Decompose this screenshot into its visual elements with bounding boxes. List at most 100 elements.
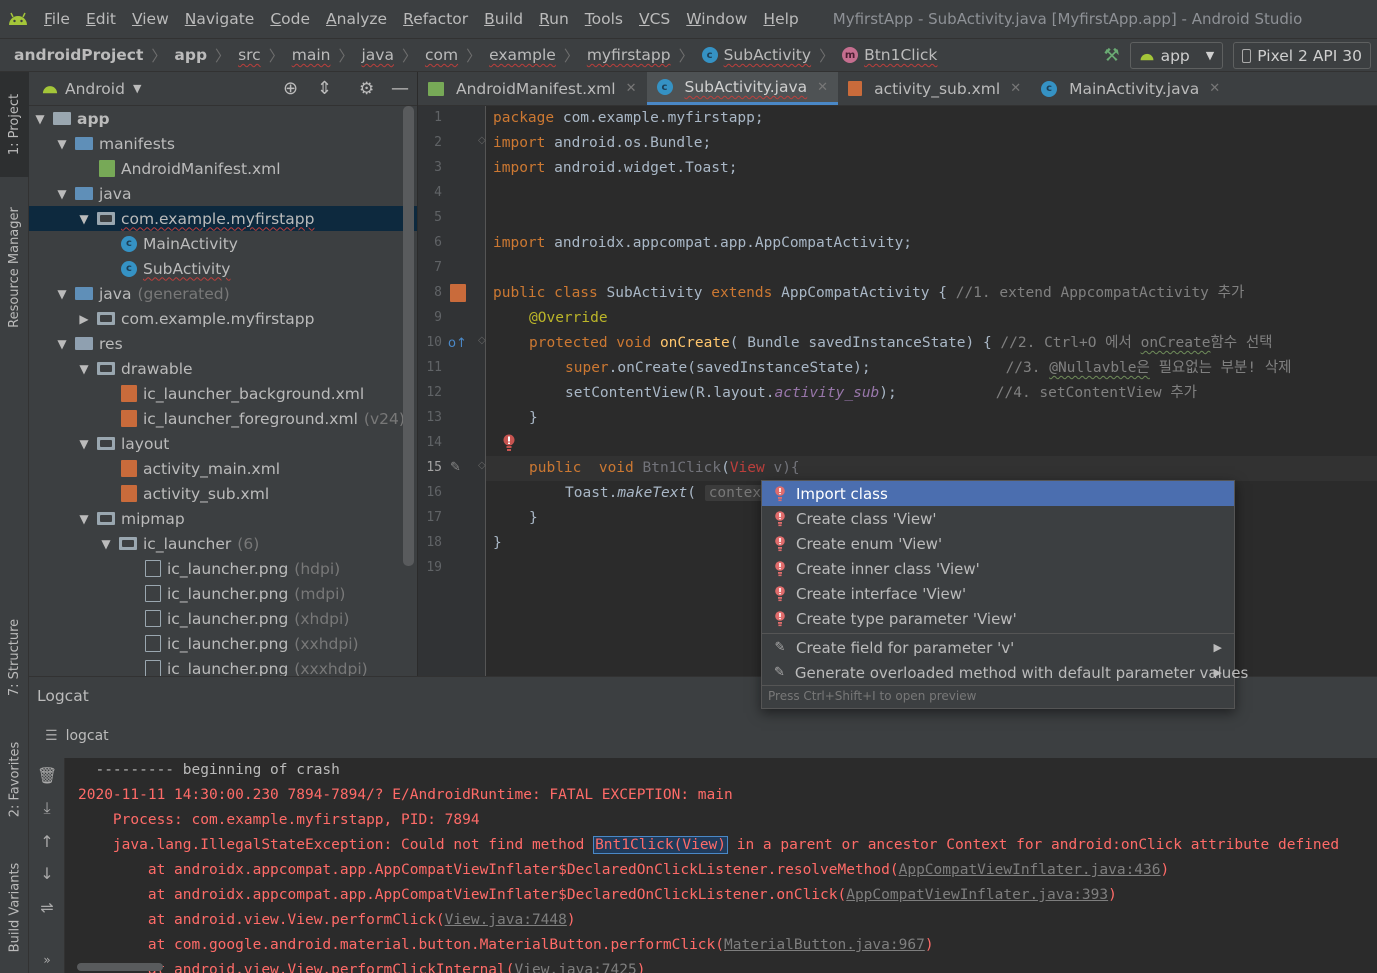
popup-item-create-class[interactable]: Create class 'View' bbox=[762, 506, 1234, 531]
menu-file[interactable]: File bbox=[36, 10, 78, 28]
favorites-tool-tab[interactable]: 2: Favorites bbox=[0, 727, 29, 832]
stacktrace-link[interactable]: AppCompatViewInflater.java:436 bbox=[899, 862, 1161, 878]
menu-code[interactable]: Code bbox=[262, 10, 318, 28]
tab-androidmanifest[interactable]: AndroidManifest.xml ✕ bbox=[418, 72, 647, 105]
tab-mainactivity[interactable]: c MainActivity.java ✕ bbox=[1031, 72, 1230, 105]
tree-item-ic-launcher-background[interactable]: ic_launcher_background.xml bbox=[29, 381, 417, 406]
scroll-to-end-icon[interactable]: ⤓ bbox=[37, 798, 57, 818]
xml-file-icon bbox=[121, 385, 137, 402]
crumb-btn1click[interactable]: m Btn1Click bbox=[842, 46, 937, 64]
chevron-down-icon[interactable]: ▼ bbox=[133, 82, 141, 95]
menu-view[interactable]: View bbox=[124, 10, 177, 28]
menu-navigate[interactable]: Navigate bbox=[177, 10, 263, 28]
menu-analyze[interactable]: Analyze bbox=[318, 10, 395, 28]
tree-item-subactivity[interactable]: c SubActivity bbox=[29, 256, 417, 281]
crumb-subactivity[interactable]: c SubActivity bbox=[701, 46, 811, 64]
error-bulb-icon[interactable] bbox=[503, 434, 515, 456]
close-icon[interactable]: ✕ bbox=[1010, 81, 1021, 96]
stacktrace-link[interactable]: AppCompatViewInflater.java:393 bbox=[846, 887, 1108, 903]
tree-item-java-generated[interactable]: ▼ java (generated) bbox=[29, 281, 417, 306]
tree-item-ic-launcher[interactable]: ▼ ic_launcher (6) bbox=[29, 531, 417, 556]
tab-activity-sub[interactable]: activity_sub.xml ✕ bbox=[838, 72, 1031, 105]
device-dropdown[interactable]: Pixel 2 API 30 bbox=[1233, 42, 1371, 69]
horizontal-scrollbar[interactable] bbox=[77, 963, 163, 971]
down-arrow-icon[interactable]: ↓ bbox=[37, 864, 57, 884]
edit-gutter-icon[interactable]: ✎ bbox=[450, 460, 461, 475]
popup-item-create-interface[interactable]: Create interface 'View' bbox=[762, 581, 1234, 606]
stacktrace-link[interactable]: MaterialButton.java:967 bbox=[724, 937, 925, 953]
close-icon[interactable]: ✕ bbox=[1209, 81, 1220, 96]
fold-icon[interactable]: ◇ bbox=[478, 460, 486, 471]
tree-item-mainactivity[interactable]: c MainActivity bbox=[29, 231, 417, 256]
crumb-java[interactable]: java bbox=[361, 46, 393, 64]
build-hammer-icon[interactable]: ⚒ bbox=[1103, 45, 1119, 66]
structure-tool-tab[interactable]: 7: Structure bbox=[0, 602, 29, 712]
tab-subactivity[interactable]: c SubActivity.java ✕ bbox=[646, 72, 839, 105]
popup-item-create-enum[interactable]: Create enum 'View' bbox=[762, 531, 1234, 556]
hide-icon[interactable]: — bbox=[391, 78, 409, 99]
tree-item-png-xhdpi[interactable]: ic_launcher.png (xhdpi) bbox=[29, 606, 417, 631]
fold-icon[interactable]: ◇ bbox=[478, 335, 486, 346]
tree-item-png-xxhdpi[interactable]: ic_launcher.png (xxhdpi) bbox=[29, 631, 417, 656]
tree-item-package-generated[interactable]: ▶ com.example.myfirstapp bbox=[29, 306, 417, 331]
trash-icon[interactable]: 🗑 bbox=[37, 766, 57, 786]
tree-item-java[interactable]: ▼ java bbox=[29, 181, 417, 206]
popup-item-import-class[interactable]: Import class bbox=[762, 481, 1234, 506]
close-icon[interactable]: ✕ bbox=[626, 81, 637, 96]
more-icon[interactable]: » bbox=[37, 950, 57, 970]
logcat-output[interactable]: --------- beginning of crash 2020-11-11 … bbox=[65, 758, 1377, 973]
tree-item-app[interactable]: ▼ app bbox=[29, 106, 417, 131]
tree-item-drawable[interactable]: ▼ drawable bbox=[29, 356, 417, 381]
project-tool-tab[interactable]: 1: Project bbox=[0, 72, 29, 177]
tree-item-png-hdpi[interactable]: ic_launcher.png (hdpi) bbox=[29, 556, 417, 581]
override-gutter-icon[interactable]: o↑ bbox=[448, 336, 467, 351]
crumb-project[interactable]: androidProject bbox=[14, 46, 143, 64]
menu-window[interactable]: Window bbox=[678, 10, 755, 28]
tree-item-activity-main[interactable]: activity_main.xml bbox=[29, 456, 417, 481]
popup-item-generate-overloaded[interactable]: ✎ Generate overloaded method with default… bbox=[762, 660, 1248, 685]
menu-tools[interactable]: Tools bbox=[577, 10, 631, 28]
tree-item-ic-launcher-foreground[interactable]: ic_launcher_foreground.xml (v24) bbox=[29, 406, 417, 431]
popup-item-create-inner-class[interactable]: Create inner class 'View' bbox=[762, 556, 1234, 581]
project-view-selector[interactable]: Android bbox=[65, 80, 125, 98]
tree-item-png-mdpi[interactable]: ic_launcher.png (mdpi) bbox=[29, 581, 417, 606]
tree-item-manifests[interactable]: ▼ manifests bbox=[29, 131, 417, 156]
activity-gutter-icon[interactable] bbox=[450, 284, 466, 302]
run-config-dropdown[interactable]: app ▼ bbox=[1129, 42, 1224, 69]
menu-run[interactable]: Run bbox=[531, 10, 577, 28]
menu-help[interactable]: Help bbox=[755, 10, 806, 28]
crumb-myfirstapp[interactable]: myfirstapp bbox=[587, 46, 671, 64]
tree-item-layout[interactable]: ▼ layout bbox=[29, 431, 417, 456]
stacktrace-link[interactable]: View.java:7425 bbox=[515, 962, 637, 973]
editor-gutter[interactable]: 1 2 3 4 5 6 7 8 9 10 11 12 13 14 15 16 1… bbox=[418, 106, 486, 676]
tree-item-png-xxxhdpi[interactable]: ic_launcher.png (xxxhdpi) bbox=[29, 656, 417, 676]
tree-item-package[interactable]: ▼ com.example.myfirstapp bbox=[29, 206, 417, 231]
tree-item-res[interactable]: ▼ res bbox=[29, 331, 417, 356]
collapse-all-icon[interactable]: ⇕ bbox=[317, 78, 332, 99]
locate-icon[interactable]: ⊕ bbox=[283, 78, 298, 99]
crumb-com[interactable]: com bbox=[425, 46, 458, 64]
build-variants-tool-tab[interactable]: Build Variants bbox=[0, 852, 29, 962]
up-arrow-icon[interactable]: ↑ bbox=[37, 832, 57, 852]
fold-icon[interactable]: ◇ bbox=[478, 135, 486, 146]
menu-build[interactable]: Build bbox=[476, 10, 531, 28]
popup-item-create-field[interactable]: ✎ Create field for parameter 'v' ▶ bbox=[762, 635, 1234, 660]
crumb-main[interactable]: main bbox=[292, 46, 331, 64]
tree-item-mipmap[interactable]: ▼ mipmap bbox=[29, 506, 417, 531]
menu-refactor[interactable]: Refactor bbox=[395, 10, 476, 28]
crumb-app[interactable]: app bbox=[174, 46, 207, 64]
crumb-example[interactable]: example bbox=[489, 46, 556, 64]
menu-vcs[interactable]: VCS bbox=[631, 10, 678, 28]
resource-manager-tool-tab[interactable]: Resource Manager bbox=[0, 192, 29, 342]
logcat-tab[interactable]: logcat bbox=[66, 728, 109, 744]
tree-item-activity-sub[interactable]: activity_sub.xml bbox=[29, 481, 417, 506]
project-scrollbar[interactable] bbox=[403, 106, 414, 566]
close-icon[interactable]: ✕ bbox=[817, 80, 828, 95]
menu-edit[interactable]: Edit bbox=[78, 10, 124, 28]
gear-icon[interactable]: ⚙ bbox=[359, 79, 374, 99]
tree-item-androidmanifest[interactable]: AndroidManifest.xml bbox=[29, 156, 417, 181]
stacktrace-link[interactable]: View.java:7448 bbox=[445, 912, 567, 928]
crumb-src[interactable]: src bbox=[238, 46, 261, 64]
popup-item-create-type-parameter[interactable]: Create type parameter 'View' bbox=[762, 606, 1234, 631]
soft-wrap-icon[interactable]: ⇌ bbox=[37, 898, 57, 918]
